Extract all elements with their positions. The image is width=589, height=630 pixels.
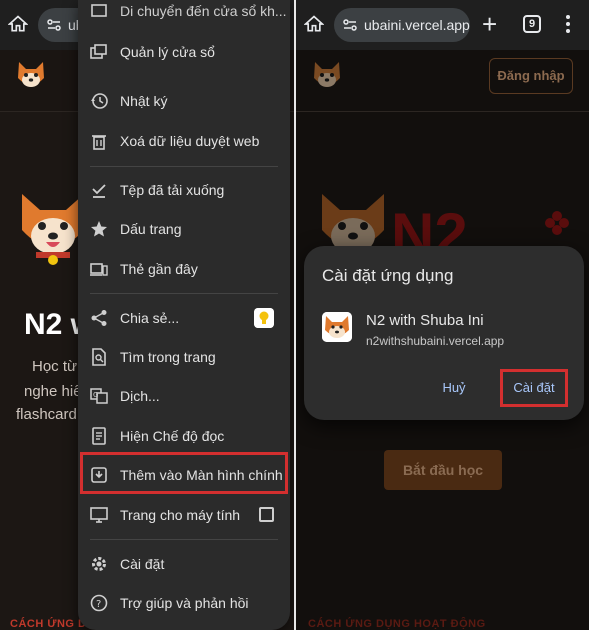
hero-text-line: nghe hiể [24, 383, 82, 400]
tab-switcher-button[interactable]: 9 [523, 15, 541, 33]
menu-item-downloads[interactable]: Tệp đã tải xuống [78, 171, 290, 209]
start-learning-button[interactable]: Bắt đầu học [384, 450, 502, 490]
hero-text-line: flashcard [16, 406, 77, 423]
more-options-icon[interactable] [566, 15, 570, 36]
window-manager-icon [90, 44, 107, 59]
url-text: ubaini.vercel.app [364, 17, 470, 33]
highlight-install-button [500, 369, 568, 407]
site-settings-icon[interactable] [46, 17, 62, 33]
menu-divider [90, 166, 278, 167]
menu-item-label: Dấu trang [120, 221, 182, 237]
reader-mode-icon [92, 427, 106, 445]
menu-item-label: Trang cho máy tính [120, 507, 241, 523]
site-header: Đăng nhập [296, 50, 589, 112]
flower-icon [545, 211, 569, 235]
chrome-overflow-menu: Di chuyển đến cửa sổ kh... Quản lý cửa s… [78, 0, 290, 630]
new-tab-icon[interactable]: + [482, 11, 497, 37]
menu-divider [90, 539, 278, 540]
menu-item-history[interactable]: Nhật ký [78, 82, 290, 120]
menu-item-label: Trợ giúp và phản hồi [120, 595, 249, 611]
menu-item-help[interactable]: ? Trợ giúp và phản hồi [78, 584, 290, 622]
menu-item-label: Cài đặt [120, 556, 165, 572]
app-icon [322, 312, 352, 342]
svg-text:?: ? [96, 599, 101, 610]
right-screenshot: ubaini.vercel.app + 9 Đăng nhập N2 Bắt đ… [296, 0, 589, 630]
hero-text-line: Học từ [32, 358, 78, 375]
menu-item-label: Tệp đã tải xuống [120, 182, 225, 198]
menu-item-window-manager[interactable]: Quản lý cửa sổ [78, 33, 290, 71]
menu-item-label: Tìm trong trang [120, 349, 216, 365]
menu-item-label: Nhật ký [120, 93, 168, 109]
star-icon [91, 221, 107, 237]
translate-icon: G [90, 388, 108, 404]
menu-item-translate[interactable]: G Dịch... [78, 377, 290, 415]
app-name: N2 with Shuba Ini [366, 312, 484, 329]
menu-item-label: Di chuyển đến cửa sổ kh... [120, 3, 287, 19]
lightbulb-icon[interactable] [254, 308, 274, 328]
menu-item-find[interactable]: Tìm trong trang [78, 338, 290, 376]
download-check-icon [92, 184, 106, 198]
home-icon[interactable] [8, 14, 28, 34]
svg-text:G: G [93, 391, 98, 399]
left-screenshot: ub N2 w Học từ nghe hiể flashcard CÁCH Ứ… [0, 0, 294, 630]
menu-item-desktop-site[interactable]: Trang cho máy tính [78, 496, 290, 534]
address-bar[interactable]: ubaini.vercel.app [334, 8, 470, 42]
menu-item-bookmarks[interactable]: Dấu trang [78, 210, 290, 248]
menu-divider [90, 293, 278, 294]
app-url: n2withshubaini.vercel.app [366, 334, 505, 348]
menu-item-label: Xoá dữ liệu duyệt web [120, 133, 260, 149]
menu-item-label: Hiện Chế độ đọc [120, 428, 225, 444]
login-button[interactable]: Đăng nhập [489, 58, 573, 94]
home-icon[interactable] [304, 14, 324, 34]
gear-icon [92, 557, 106, 571]
menu-item-label: Dịch... [120, 388, 160, 404]
menu-item-reader[interactable]: Hiện Chế độ đọc [78, 417, 290, 455]
desktop-site-checkbox[interactable] [259, 507, 274, 522]
menu-item-settings[interactable]: Cài đặt [78, 545, 290, 583]
highlight-add-to-home [80, 452, 288, 494]
trash-icon [92, 135, 106, 150]
desktop-icon [90, 507, 108, 523]
share-icon [91, 310, 107, 326]
menu-item-recent-tabs[interactable]: Thẻ gần đây [78, 250, 290, 288]
menu-item-label: Thẻ gần đây [120, 261, 198, 277]
menu-item-label: Chia sẻ... [120, 310, 180, 326]
browser-toolbar: ubaini.vercel.app + 9 [296, 0, 589, 50]
site-settings-icon[interactable] [342, 17, 358, 33]
dialog-title: Cài đặt ứng dụng [322, 266, 454, 285]
menu-item-move-window[interactable]: Di chuyển đến cửa sổ kh... [78, 0, 290, 30]
section-heading: CÁCH ỨNG DỤNG HOẠT ĐỘNG [308, 618, 486, 630]
install-app-dialog: Cài đặt ứng dụng N2 with Shuba Ini n2wit… [304, 246, 584, 420]
shiba-logo-icon[interactable] [14, 58, 48, 92]
shiba-logo-icon[interactable] [310, 58, 344, 92]
help-icon: ? [90, 594, 108, 612]
menu-item-share[interactable]: Chia sẻ... [78, 299, 290, 337]
menu-item-label: Quản lý cửa sổ [120, 44, 215, 60]
menu-item-clear-data[interactable]: Xoá dữ liệu duyệt web [78, 122, 290, 160]
cancel-button[interactable]: Huỷ [434, 380, 474, 395]
history-icon [91, 93, 108, 109]
devices-icon [90, 263, 108, 276]
find-in-page-icon [92, 348, 106, 366]
move-window-icon [91, 4, 107, 17]
